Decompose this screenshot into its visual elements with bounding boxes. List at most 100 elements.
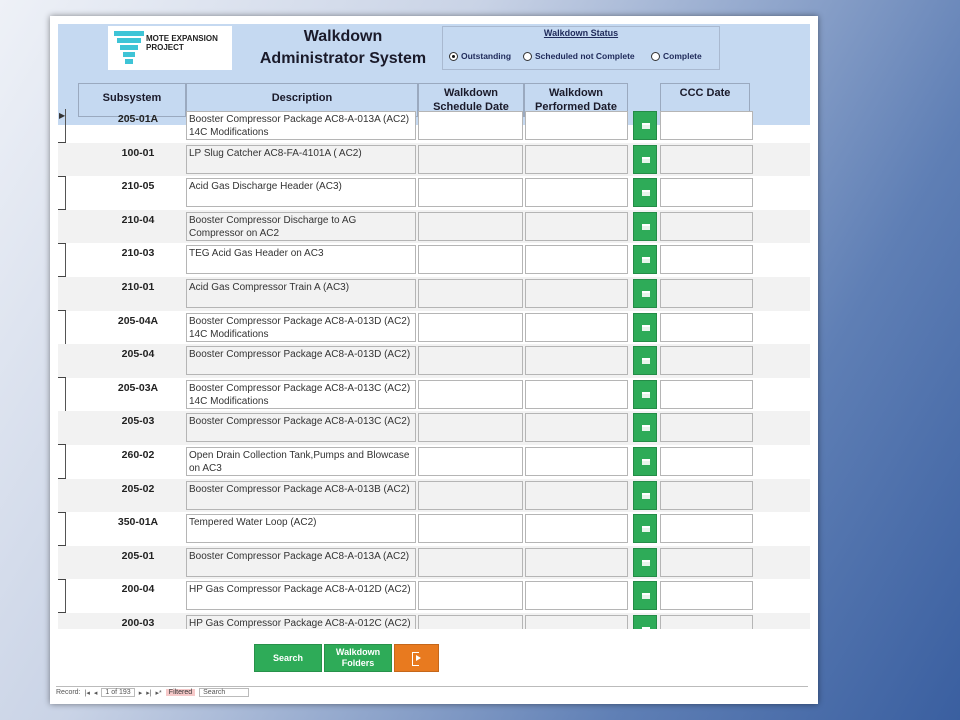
description-cell[interactable]: Acid Gas Compressor Train A (AC3) xyxy=(186,279,416,308)
schedule-date-field[interactable] xyxy=(418,178,523,208)
description-cell[interactable]: Booster Compressor Package AC8-A-013C (A… xyxy=(186,379,416,409)
calendar-button[interactable] xyxy=(633,211,657,241)
performed-date-field[interactable] xyxy=(525,514,628,544)
next-record-button[interactable]: ▸ xyxy=(139,689,143,697)
ccc-date-field[interactable] xyxy=(660,346,753,376)
subsystem-cell[interactable]: 210-01 xyxy=(88,281,188,293)
ccc-date-field[interactable] xyxy=(660,413,753,443)
table-row[interactable]: 100-01 LP Slug Catcher AC8-FA-4101A ( AC2… xyxy=(58,142,810,177)
table-row[interactable]: 205-04A Booster Compressor Package AC8-A-… xyxy=(58,311,810,345)
description-cell[interactable]: HP Gas Compressor Package AC8-A-012D (AC… xyxy=(186,581,416,611)
subsystem-cell[interactable]: 210-04 xyxy=(88,214,188,226)
table-row[interactable]: 200-04 HP Gas Compressor Package AC8-A-01… xyxy=(58,579,810,614)
ccc-date-field[interactable] xyxy=(660,144,753,174)
radio-complete[interactable]: Complete xyxy=(651,51,702,61)
calendar-button[interactable] xyxy=(633,447,657,476)
performed-date-field[interactable] xyxy=(525,144,628,174)
subsystem-cell[interactable]: 205-02 xyxy=(88,483,188,495)
ccc-date-field[interactable] xyxy=(660,245,753,275)
performed-date-field[interactable] xyxy=(525,111,628,140)
schedule-date-field[interactable] xyxy=(418,144,523,174)
subsystem-cell[interactable]: 200-04 xyxy=(88,583,188,595)
performed-date-field[interactable] xyxy=(525,279,628,308)
subsystem-cell[interactable]: 200-03 xyxy=(88,617,188,629)
description-cell[interactable]: Booster Compressor Discharge to AG Compr… xyxy=(186,211,416,241)
schedule-date-field[interactable] xyxy=(418,413,523,443)
schedule-date-field[interactable] xyxy=(418,312,523,342)
ccc-date-field[interactable] xyxy=(660,547,753,577)
description-cell[interactable]: Booster Compressor Package AC8-A-013C (A… xyxy=(186,413,416,443)
ccc-date-field[interactable] xyxy=(660,178,753,208)
description-cell[interactable]: Booster Compressor Package AC8-A-013B (A… xyxy=(186,480,416,510)
schedule-date-field[interactable] xyxy=(418,615,523,629)
filter-toggle[interactable]: Filtered xyxy=(165,689,196,696)
description-cell[interactable]: Open Drain Collection Tank,Pumps and Blo… xyxy=(186,447,416,476)
previous-record-button[interactable]: ◂ xyxy=(94,689,98,697)
calendar-button[interactable] xyxy=(633,379,657,409)
calendar-button[interactable] xyxy=(633,178,657,208)
performed-date-field[interactable] xyxy=(525,346,628,376)
calendar-button[interactable] xyxy=(633,514,657,544)
exit-button[interactable] xyxy=(394,644,439,672)
table-row[interactable]: 205-02 Booster Compressor Package AC8-A-0… xyxy=(58,478,810,513)
performed-date-field[interactable] xyxy=(525,615,628,629)
ccc-date-field[interactable] xyxy=(660,615,753,629)
calendar-button[interactable] xyxy=(633,480,657,510)
schedule-date-field[interactable] xyxy=(418,514,523,544)
table-row[interactable]: 260-02 Open Drain Collection Tank,Pumps a… xyxy=(58,445,810,479)
description-cell[interactable]: Booster Compressor Package AC8-A-013D (A… xyxy=(186,312,416,342)
schedule-date-field[interactable] xyxy=(418,480,523,510)
table-row[interactable]: 210-04 Booster Compressor Discharge to AG… xyxy=(58,209,810,244)
subsystem-cell[interactable]: 205-01A xyxy=(88,113,188,125)
record-position[interactable]: 1 of 193 xyxy=(101,688,135,697)
calendar-button[interactable] xyxy=(633,413,657,443)
schedule-date-field[interactable] xyxy=(418,447,523,476)
ccc-date-field[interactable] xyxy=(660,581,753,611)
subsystem-cell[interactable]: 210-03 xyxy=(88,247,188,259)
description-cell[interactable]: Acid Gas Discharge Header (AC3) xyxy=(186,178,416,208)
description-cell[interactable]: Booster Compressor Package AC8-A-013D (A… xyxy=(186,346,416,376)
last-record-button[interactable]: ▸| xyxy=(146,689,151,697)
subsystem-cell[interactable]: 205-04 xyxy=(88,348,188,360)
table-row[interactable]: 205-01 Booster Compressor Package AC8-A-0… xyxy=(58,545,810,580)
table-row[interactable]: 205-03A Booster Compressor Package AC8-A-… xyxy=(58,378,810,412)
performed-date-field[interactable] xyxy=(525,245,628,275)
schedule-date-field[interactable] xyxy=(418,245,523,275)
table-row[interactable]: 210-01 Acid Gas Compressor Train A (AC3) xyxy=(58,277,810,311)
ccc-date-field[interactable] xyxy=(660,279,753,308)
calendar-button[interactable] xyxy=(633,144,657,174)
schedule-date-field[interactable] xyxy=(418,211,523,241)
performed-date-field[interactable] xyxy=(525,447,628,476)
calendar-button[interactable] xyxy=(633,312,657,342)
calendar-button[interactable] xyxy=(633,615,657,629)
calendar-button[interactable] xyxy=(633,279,657,308)
table-row[interactable]: 210-03 TEG Acid Gas Header on AC3 xyxy=(58,243,810,278)
table-row[interactable]: 205-03 Booster Compressor Package AC8-A-0… xyxy=(58,411,810,446)
subsystem-cell[interactable]: 210-05 xyxy=(88,180,188,192)
calendar-button[interactable] xyxy=(633,581,657,611)
description-cell[interactable]: Booster Compressor Package AC8-A-013A (A… xyxy=(186,547,416,577)
navbar-search-input[interactable]: Search xyxy=(199,688,250,697)
description-cell[interactable]: HP Gas Compressor Package AC8-A-012C (AC… xyxy=(186,615,416,629)
subsystem-cell[interactable]: 205-04A xyxy=(88,315,188,327)
description-cell[interactable]: Booster Compressor Package AC8-A-013A (A… xyxy=(186,111,416,140)
schedule-date-field[interactable] xyxy=(418,111,523,140)
performed-date-field[interactable] xyxy=(525,312,628,342)
radio-scheduled-not-complete[interactable]: Scheduled not Complete xyxy=(523,51,635,61)
schedule-date-field[interactable] xyxy=(418,379,523,409)
table-row[interactable]: ▶ 205-01A Booster Compressor Package AC8-A… xyxy=(58,109,810,143)
ccc-date-field[interactable] xyxy=(660,111,753,140)
description-cell[interactable]: Tempered Water Loop (AC2) xyxy=(186,514,416,544)
ccc-date-field[interactable] xyxy=(660,379,753,409)
performed-date-field[interactable] xyxy=(525,379,628,409)
ccc-date-field[interactable] xyxy=(660,312,753,342)
new-record-button[interactable]: ▸* xyxy=(156,689,162,697)
calendar-button[interactable] xyxy=(633,346,657,376)
schedule-date-field[interactable] xyxy=(418,279,523,308)
subsystem-cell[interactable]: 205-03A xyxy=(88,382,188,394)
table-row[interactable]: 200-03 HP Gas Compressor Package AC8-A-01… xyxy=(58,613,810,629)
table-row[interactable]: 350-01A Tempered Water Loop (AC2) xyxy=(58,512,810,547)
performed-date-field[interactable] xyxy=(525,480,628,510)
subsystem-cell[interactable]: 100-01 xyxy=(88,147,188,159)
calendar-button[interactable] xyxy=(633,547,657,577)
